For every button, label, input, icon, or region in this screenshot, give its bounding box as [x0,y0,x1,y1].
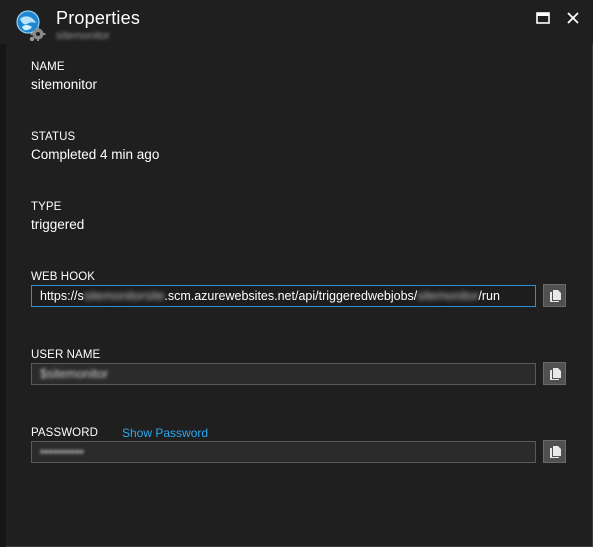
username-field[interactable]: $sitemonitor [31,363,536,385]
username-value: $sitemonitor [40,367,109,381]
show-password-link[interactable]: Show Password [122,426,208,440]
webhook-label: WEB HOOK [31,271,96,283]
type-value: triggered [31,217,85,232]
copy-icon [550,290,561,302]
left-edge-strip [0,44,6,547]
name-label: NAME [31,61,65,73]
copy-webhook-button[interactable] [543,284,566,307]
webhook-domain: .scm.azurewebsites.net/api/triggeredwebj… [164,289,418,303]
blade-subtitle: sitemonitor [56,30,110,42]
password-value: •••••••••• [40,445,84,459]
status-value: Completed 4 min ago [31,147,160,162]
webhook-field[interactable]: https://ssitemonitorsite.scm.azurewebsit… [31,285,536,307]
webjob-gear-icon [16,10,46,41]
copy-password-button[interactable] [543,440,566,463]
password-label: PASSWORD [31,427,99,439]
maximize-icon[interactable] [534,9,552,27]
close-icon[interactable] [564,9,582,27]
copy-username-button[interactable] [543,362,566,385]
title-bar: Properties sitemonitor [0,0,593,44]
blade-title: Properties [56,8,141,28]
username-label: USER NAME [31,349,101,361]
webhook-redacted-job: sitemonitor [417,289,479,303]
name-value: sitemonitor [31,77,98,92]
type-label: TYPE [31,201,62,213]
copy-icon [550,446,561,458]
copy-icon [550,368,561,380]
password-field[interactable]: •••••••••• [31,441,536,463]
status-label: STATUS [31,131,76,143]
webhook-redacted-site: sitemonitorsite [83,289,165,303]
webhook-suffix: /run [478,289,500,303]
webhook-prefix: https://s [40,289,84,303]
